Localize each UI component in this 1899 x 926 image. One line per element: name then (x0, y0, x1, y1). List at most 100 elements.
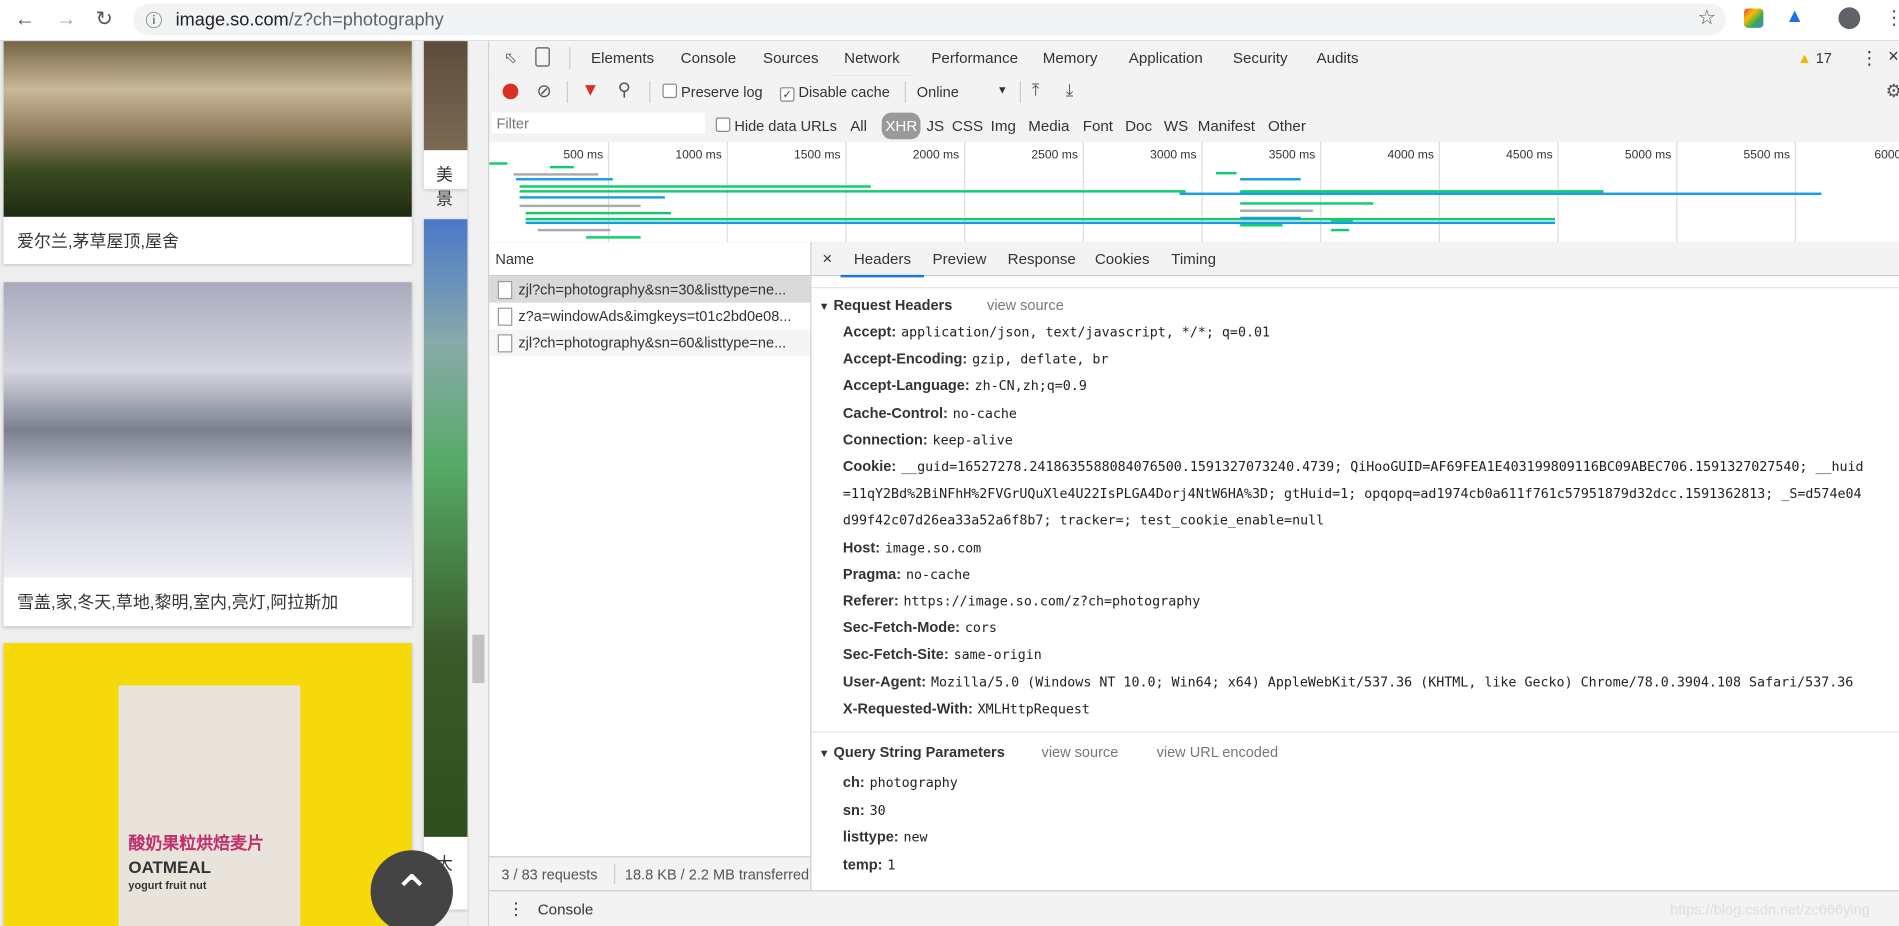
card-caption[interactable]: 爱尔兰,茅草屋顶,屋舍 (17, 229, 179, 253)
tab-sources[interactable]: Sources (763, 50, 819, 67)
card-caption[interactable]: 美景 (436, 162, 467, 210)
disable-cache-checkbox[interactable]: ✓ Disable cache (779, 84, 890, 102)
cottage-image[interactable] (3, 41, 412, 217)
filter-type-manifest[interactable]: Manifest (1198, 117, 1255, 134)
header-row: Cache-Control: no-cache (843, 404, 1017, 421)
record-icon[interactable] (502, 83, 519, 100)
tab-application[interactable]: Application (1129, 50, 1203, 67)
info-icon[interactable]: ⓘ (145, 8, 162, 32)
view-url-encoded-link[interactable]: view URL encoded (1157, 744, 1278, 761)
address-bar[interactable]: ⓘ image.so.com/z?ch=photography ☆ (133, 3, 1726, 36)
filter-type-js[interactable]: JS (926, 117, 944, 134)
back-to-top-button[interactable]: ⌃ (370, 850, 453, 926)
throttling-select[interactable]: Online ▼ (917, 84, 1008, 101)
request-row[interactable]: zjl?ch=photography&sn=30&listtype=ne... (489, 276, 811, 303)
tab-elements[interactable]: Elements (591, 50, 654, 67)
hide-data-urls-checkbox[interactable]: Hide data URLs (715, 117, 837, 134)
more-options-icon[interactable]: ⋮ (1860, 47, 1878, 69)
card-caption[interactable]: 雪盖,家,冬天,草地,黎明,室内,亮灯,阿拉斯加 (17, 590, 338, 614)
timeline-request-bar (1330, 219, 1353, 222)
image-card[interactable]: 大门 (423, 219, 468, 910)
tab-memory[interactable]: Memory (1043, 50, 1098, 67)
filter-type-font[interactable]: Font (1083, 117, 1113, 134)
network-overview-timeline[interactable]: 500 ms 1000 ms 1500 ms 2000 ms 2500 ms 3000 m… (489, 141, 1899, 244)
filter-type-css[interactable]: CSS (952, 117, 983, 134)
reload-icon[interactable]: ↻ (96, 7, 113, 31)
search-icon[interactable]: ⚲ (618, 79, 631, 101)
warnings-badge[interactable]: ▲ 17 (1797, 50, 1832, 67)
preserve-log-checkbox[interactable]: Preserve log (662, 83, 763, 101)
devtools-tabbar: ⬁ Elements Console Sources Network Perfo… (489, 41, 1899, 78)
export-har-icon[interactable]: ⤓ (1066, 80, 1074, 101)
close-details-icon[interactable]: × (822, 248, 832, 267)
inspect-element-icon[interactable]: ⬁ (504, 48, 517, 67)
timeline-request-bar (1240, 209, 1313, 212)
web-page: 爱尔兰,茅草屋顶,屋舍 雪盖,家,冬天,草地,黎明,室内,亮灯,阿拉斯加 酸奶果… (0, 41, 468, 926)
view-source-link[interactable]: view source (1042, 744, 1119, 761)
param-name: temp: (842, 855, 883, 873)
timeline-request-bar (519, 196, 665, 199)
param-value: photography (869, 775, 958, 791)
drawer-tab-console[interactable]: Console (538, 901, 594, 918)
drawer-menu-icon[interactable]: ⋮ (507, 899, 524, 920)
timeline-request-bar (1240, 202, 1374, 205)
tab-preview[interactable]: Preview (933, 251, 987, 268)
request-row[interactable]: z?a=windowAds&imgkeys=t01c2bd0e08... (489, 302, 811, 330)
filter-icon[interactable]: ▼ (581, 80, 599, 101)
filter-input[interactable] (491, 112, 705, 134)
filter-type-all[interactable]: All (850, 117, 867, 134)
tab-console[interactable]: Console (681, 50, 737, 67)
extension-icon[interactable] (1743, 8, 1764, 28)
tab-audits[interactable]: Audits (1316, 50, 1358, 67)
menu-icon[interactable]: ⋮ (1884, 6, 1899, 30)
tab-network[interactable]: Network (830, 50, 913, 78)
image-card[interactable]: 酸奶果粒烘焙麦片 OATMEAL yogurt fruit nut (3, 643, 412, 926)
import-har-icon[interactable]: ⤒ (1032, 80, 1040, 101)
url-host: image.so.com (175, 9, 289, 31)
back-icon[interactable]: ← (15, 7, 36, 31)
timeline-tick-label: 4000 ms (1387, 148, 1434, 163)
timeline-request-bar (586, 236, 641, 239)
page-scrollbar[interactable] (467, 41, 490, 926)
star-icon[interactable]: ☆ (1698, 6, 1716, 30)
filter-type-doc[interactable]: Doc (1125, 117, 1152, 134)
tab-headers[interactable]: Headers (840, 251, 925, 278)
product-text: 酸奶果粒烘焙麦片 (128, 833, 265, 853)
tab-timing[interactable]: Timing (1171, 251, 1216, 268)
query-params-toggle[interactable]: ▼ Query String Parameters (819, 744, 1005, 761)
tab-security[interactable]: Security (1233, 50, 1288, 67)
profile-icon[interactable] (1838, 7, 1861, 30)
header-row: Accept-Language: zh-CN,zh;q=0.9 (843, 377, 1087, 394)
header-name: Host: (842, 538, 881, 556)
request-row[interactable]: zjl?ch=photography&sn=60&listtype=ne... (489, 329, 811, 357)
view-source-link[interactable]: view source (987, 297, 1064, 314)
image-card[interactable]: 爱尔兰,茅草屋顶,屋舍 (3, 41, 412, 265)
product-text: OATMEAL (128, 857, 211, 877)
query-param-row: ch: photography (843, 774, 958, 791)
request-name: zjl?ch=photography&sn=60&listtype=ne... (518, 334, 787, 352)
forward-icon[interactable]: → (56, 7, 77, 31)
filter-type-other[interactable]: Other (1268, 117, 1306, 134)
extension-arrow-icon[interactable]: ▲ (1785, 6, 1804, 28)
request-headers-toggle[interactable]: ▼ Request Headers (819, 297, 953, 314)
name-column-header[interactable]: Name (489, 242, 811, 277)
image-card[interactable]: 美景 (423, 41, 468, 208)
tab-cookies[interactable]: Cookies (1095, 251, 1150, 268)
param-name: ch: (842, 773, 865, 791)
tab-performance[interactable]: Performance (931, 50, 1018, 67)
header-row: Sec-Fetch-Site: same-origin (843, 646, 1042, 663)
snow-house-image[interactable] (3, 282, 412, 578)
filter-type-media[interactable]: Media (1028, 117, 1069, 134)
tab-response[interactable]: Response (1008, 251, 1076, 268)
filter-type-img[interactable]: Img (991, 117, 1016, 134)
query-params-title: Query String Parameters (833, 743, 1005, 761)
device-toolbar-icon[interactable] (535, 47, 550, 67)
timeline-tick-label: 5000 ms (1624, 148, 1672, 163)
filter-type-xhr[interactable]: XHR (881, 112, 921, 140)
image-card[interactable]: 雪盖,家,冬天,草地,黎明,室内,亮灯,阿拉斯加 (3, 282, 412, 627)
filter-type-ws[interactable]: WS (1164, 117, 1188, 134)
clear-icon[interactable]: ⊘ (537, 80, 552, 102)
watermark: https://blog.csdn.net/zc666ying (1670, 901, 1870, 919)
settings-gear-icon[interactable]: ⚙ (1886, 80, 1899, 102)
close-devtools-icon[interactable]: × (1888, 46, 1899, 67)
